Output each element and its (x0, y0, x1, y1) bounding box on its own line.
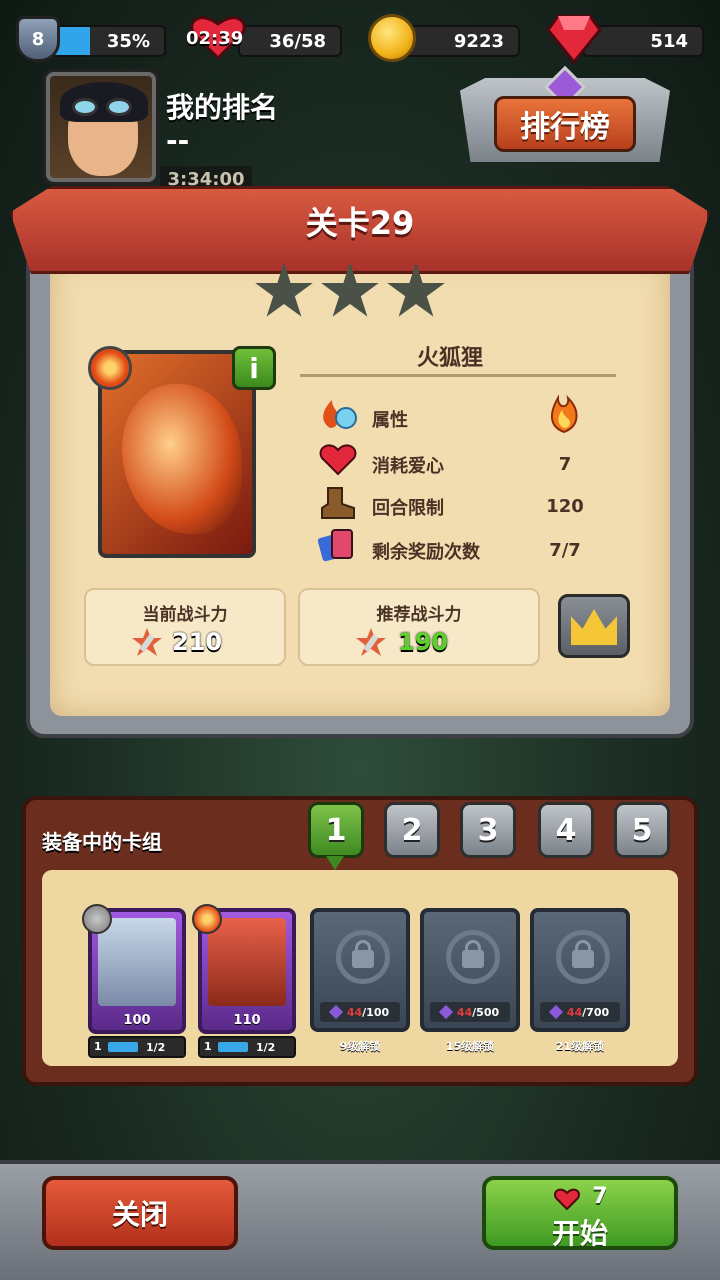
crown-icon (571, 609, 617, 645)
hearts-counter[interactable]: 36/58 (238, 25, 342, 57)
recommended-power-box: 推荐战斗力 190 (298, 588, 540, 666)
stat-label-reward-count: 剩余奖励次数 (372, 542, 480, 563)
gem-icon (328, 1004, 343, 1020)
goggle-icon (72, 98, 98, 116)
deck-slot-tab-5[interactable]: 5 (614, 802, 670, 858)
locked-card-slot[interactable]: 44/100 (310, 908, 410, 1032)
stat-label-turn-limit: 回合限制 (372, 498, 444, 519)
start-label: 开始 (551, 1217, 608, 1250)
info-button[interactable]: i (232, 346, 276, 390)
card-progress-fill (218, 1042, 248, 1052)
gem-icon (548, 1004, 563, 1020)
unlock-requirement: 44/500 (430, 1002, 510, 1022)
fire-element-icon (192, 904, 222, 934)
coins-counter[interactable]: 9223 (400, 25, 520, 57)
gem-icon (546, 14, 602, 64)
card-power: 100 (123, 1013, 151, 1028)
player-level-badge: 8 (16, 16, 60, 62)
stat-value-reward-count: 7/7 (549, 540, 581, 561)
sword-burst-icon (132, 628, 162, 656)
start-cost: 7 (592, 1184, 608, 1209)
lock-icon (352, 950, 374, 968)
fire-icon (551, 394, 578, 434)
locked-card-slot[interactable]: 44/500 (420, 908, 520, 1032)
card-count: 1/2 (146, 1041, 166, 1054)
close-button[interactable]: 关闭 (42, 1176, 238, 1250)
stat-value-heart-cost: 7 (558, 454, 572, 475)
deck-slot-tab-2[interactable]: 2 (384, 802, 440, 858)
xp-percent: 35% (106, 30, 150, 52)
cards-icon (318, 529, 353, 562)
gems-have: 44 (456, 1005, 473, 1019)
unlock-level-text: 9级解锁 (339, 1040, 381, 1053)
deck-slot-tab-3[interactable]: 3 (460, 802, 516, 858)
heart-icon (319, 444, 357, 476)
lock-icon (462, 950, 484, 968)
gems-have: 44 (346, 1005, 363, 1019)
coins-value: 9223 (453, 30, 504, 52)
gem-icon (438, 1004, 453, 1020)
current-power-value: 210 (172, 628, 223, 656)
card-level: 1 (204, 1040, 212, 1053)
player-avatar[interactable] (46, 72, 156, 182)
card-level: 1 (94, 1040, 102, 1053)
fire-element-icon (88, 346, 132, 390)
xp-bar: 35% (48, 25, 166, 57)
fire-ice-icon (323, 400, 357, 429)
card-art (98, 918, 176, 1006)
sword-burst-icon (356, 628, 386, 656)
current-power-box: 当前战斗力 210 (84, 588, 286, 666)
divider (300, 374, 616, 377)
card-level-bar: 1 1/2 (198, 1036, 296, 1058)
card-level-bar: 1 1/2 (88, 1036, 186, 1058)
gems-have: 44 (566, 1005, 583, 1019)
stat-label-heart-cost: 消耗爱心 (372, 456, 444, 477)
current-power-label: 当前战斗力 (142, 605, 228, 625)
rank-title: 我的排名 (166, 91, 279, 124)
fox-art (122, 384, 242, 534)
monster-name: 火狐狸 (416, 346, 483, 371)
hearts-value: 36/58 (269, 30, 326, 52)
heart-timer: 02:39 (186, 28, 244, 49)
gems-value: 514 (650, 30, 688, 52)
lock-icon (572, 950, 594, 968)
card-count: 1/2 (256, 1041, 276, 1054)
card-art (208, 918, 286, 1006)
unlock-requirement: 44/700 (540, 1002, 620, 1022)
leaderboard-button[interactable]: 排行榜 (494, 96, 636, 152)
card-progress-fill (108, 1042, 138, 1052)
level-title: 关卡29 (305, 204, 415, 242)
unlock-requirement: 44/100 (320, 1002, 400, 1022)
stat-label-attribute: 属性 (372, 410, 408, 431)
unlock-level-text: 15级解锁 (445, 1040, 495, 1053)
deck-title: 装备中的卡组 (42, 830, 162, 854)
neutral-element-icon (82, 904, 112, 934)
gems-need: /700 (582, 1005, 610, 1019)
crown-button[interactable] (558, 594, 630, 658)
recommended-power-label: 推荐战斗力 (376, 605, 462, 625)
rank-value: -- (166, 124, 190, 157)
goggle-icon (106, 98, 132, 116)
boot-icon (321, 487, 355, 519)
coin-icon (368, 14, 416, 62)
deck-slot-tab-1[interactable]: 1 (308, 802, 364, 858)
card-power: 110 (233, 1013, 261, 1028)
player-level-value: 8 (31, 28, 45, 50)
stat-value-turn-limit: 120 (546, 496, 584, 517)
start-button[interactable]: 7 开始 (482, 1176, 678, 1250)
gems-need: /100 (362, 1005, 390, 1019)
gems-need: /500 (472, 1005, 500, 1019)
locked-card-slot[interactable]: 44/700 (530, 908, 630, 1032)
unlock-level-text: 21级解锁 (555, 1040, 605, 1053)
recommended-power-value: 190 (398, 628, 449, 656)
deck-slot-tab-4[interactable]: 4 (538, 802, 594, 858)
